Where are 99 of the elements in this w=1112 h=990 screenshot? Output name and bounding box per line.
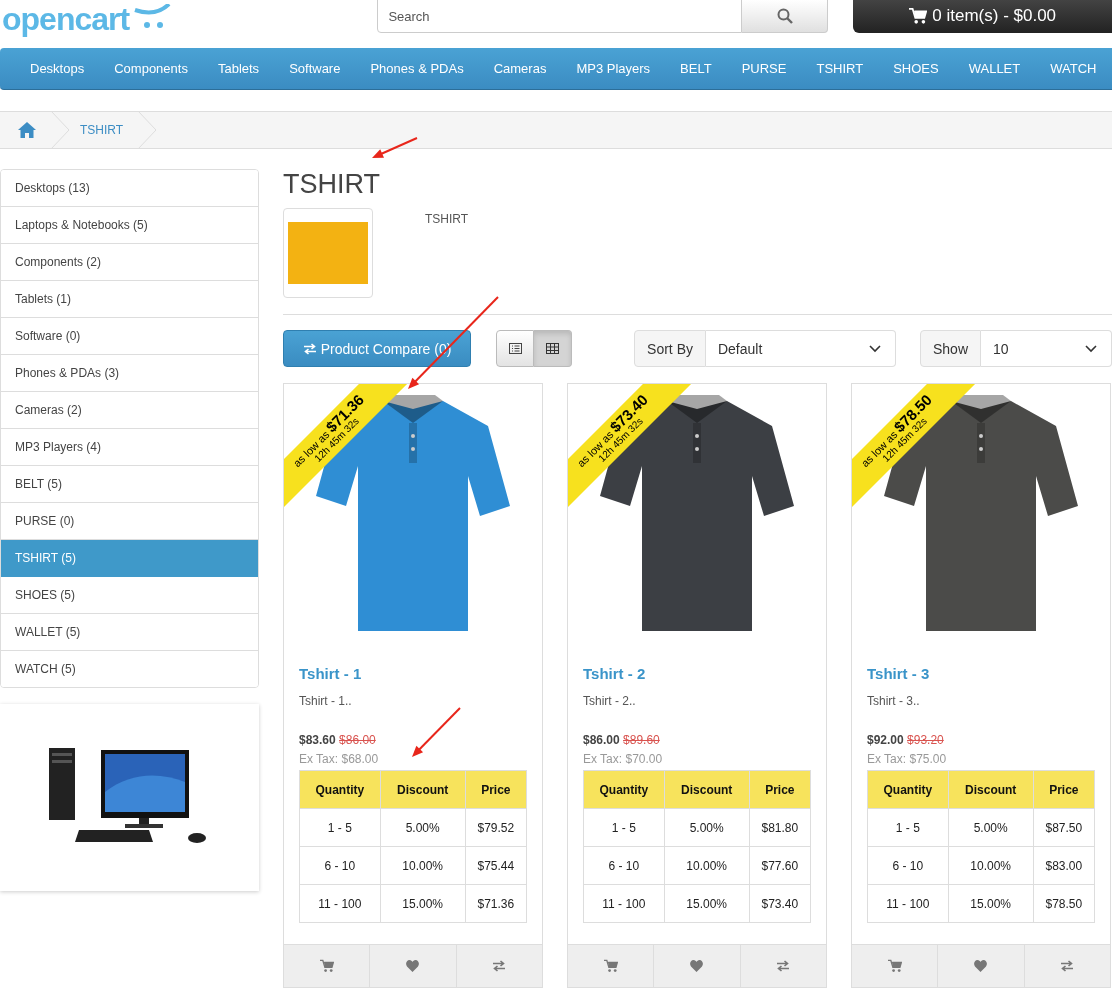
table-cell: 11 - 100 xyxy=(867,884,949,923)
table-cell: 10.00% xyxy=(380,846,466,885)
ex-tax-price: Ex Tax: $70.00 xyxy=(583,752,664,766)
list-view-icon xyxy=(508,343,522,354)
column-header: Discount xyxy=(380,770,466,809)
table-cell: $83.00 xyxy=(1033,846,1095,885)
table-cell: 15.00% xyxy=(664,884,750,923)
product-description: Tshirt - 3.. xyxy=(867,694,921,708)
compare-icon xyxy=(302,342,317,355)
show-dropdown[interactable]: 10 xyxy=(981,330,1112,367)
menu-item[interactable]: Cameras xyxy=(478,61,562,76)
cart-icon xyxy=(603,959,618,973)
search-button[interactable] xyxy=(742,0,829,33)
table-cell: $87.50 xyxy=(1033,808,1095,847)
menu-item[interactable]: WALLET xyxy=(953,61,1036,76)
table-cell: 5.00% xyxy=(948,808,1034,847)
menu-item[interactable]: Phones & PDAs xyxy=(355,61,479,76)
product-name-link[interactable]: Tshirt - 1 xyxy=(299,665,527,682)
table-cell: 1 - 5 xyxy=(299,808,381,847)
table-cell: $75.44 xyxy=(465,846,527,885)
table-cell: 5.00% xyxy=(380,808,466,847)
category-link[interactable]: TSHIRT (5) xyxy=(1,540,258,577)
table-cell: $78.50 xyxy=(1033,884,1095,923)
table-cell: $79.52 xyxy=(465,808,527,847)
table-cell: 1 - 5 xyxy=(583,808,665,847)
menu-item[interactable]: MP3 Players xyxy=(561,61,666,76)
product-description: Tshirt - 1.. xyxy=(299,694,353,708)
old-price: $93.20 xyxy=(907,733,944,747)
table-cell: 10.00% xyxy=(664,846,750,885)
cart-icon xyxy=(319,959,334,973)
menu-item[interactable]: Components xyxy=(99,61,203,76)
menu-item[interactable]: Tablets xyxy=(202,61,275,76)
ex-tax-price: Ex Tax: $75.00 xyxy=(867,752,948,766)
logo-cart-icon xyxy=(133,4,172,30)
compare-icon xyxy=(492,960,507,972)
annotation-arrow xyxy=(372,137,418,158)
heart-icon xyxy=(406,960,420,972)
sort-dropdown[interactable]: Default xyxy=(705,330,896,367)
menu-item[interactable]: BELT xyxy=(665,61,727,76)
old-price: $86.00 xyxy=(339,733,376,747)
menu-item[interactable]: PURSE xyxy=(726,61,802,76)
old-price: $89.60 xyxy=(623,733,660,747)
ex-tax-price: Ex Tax: $68.00 xyxy=(299,752,380,766)
table-cell: 11 - 100 xyxy=(299,884,381,923)
table-cell: 6 - 10 xyxy=(583,846,665,885)
column-header: Price xyxy=(749,770,811,809)
table-cell: 5.00% xyxy=(664,808,750,847)
home-icon[interactable] xyxy=(18,122,36,138)
category-title: TSHIRT xyxy=(283,169,381,200)
logo-text[interactable]: opencart xyxy=(2,0,130,38)
column-header: Price xyxy=(465,770,527,809)
column-header: Quantity xyxy=(299,770,381,809)
product-price: $83.60 xyxy=(299,733,336,747)
chevron-icon xyxy=(1085,344,1097,353)
cart-icon xyxy=(909,7,928,25)
cart-icon xyxy=(887,959,902,973)
search-icon xyxy=(776,8,793,24)
annotation-arrow xyxy=(412,707,461,757)
search-field[interactable]: Search xyxy=(377,0,743,33)
table-cell: $73.40 xyxy=(749,884,811,923)
menu-item[interactable]: TSHIRT xyxy=(801,61,879,76)
heart-icon xyxy=(974,960,988,972)
compare-icon xyxy=(776,960,791,972)
product-description: Tshirt - 2.. xyxy=(583,694,637,708)
table-cell: 6 - 10 xyxy=(867,846,949,885)
menu-item[interactable]: Desktops xyxy=(15,61,100,76)
show-label: Show xyxy=(919,330,981,367)
column-header: Price xyxy=(1033,770,1095,809)
chevron-icon xyxy=(868,344,881,353)
menu-item[interactable]: WATCH xyxy=(1035,61,1112,76)
column-header: Quantity xyxy=(583,770,665,809)
product-name-link[interactable]: Tshirt - 2 xyxy=(583,665,811,682)
category-description: TSHIRT xyxy=(425,212,469,226)
table-cell: 15.00% xyxy=(380,884,466,923)
grid-view-button[interactable] xyxy=(534,330,573,367)
column-header: Discount xyxy=(948,770,1034,809)
compare-icon xyxy=(1060,960,1075,972)
product-price: $86.00 xyxy=(583,733,620,747)
category-link[interactable]: Desktops (13) xyxy=(1,170,258,207)
table-cell: $77.60 xyxy=(749,846,811,885)
sort-label: Sort By xyxy=(634,330,706,367)
product-price: $92.00 xyxy=(867,733,904,747)
table-cell: 1 - 5 xyxy=(867,808,949,847)
grid-view-icon xyxy=(546,343,560,354)
column-header: Discount xyxy=(664,770,750,809)
heart-icon xyxy=(690,960,704,972)
table-cell: 10.00% xyxy=(948,846,1034,885)
menu-item[interactable]: SHOES xyxy=(878,61,954,76)
column-header: Quantity xyxy=(867,770,949,809)
table-cell: 11 - 100 xyxy=(583,884,665,923)
table-cell: 6 - 10 xyxy=(299,846,381,885)
table-cell: $81.80 xyxy=(749,808,811,847)
list-view-button[interactable] xyxy=(496,330,535,367)
product-name-link[interactable]: Tshirt - 3 xyxy=(867,665,1095,682)
table-cell: 15.00% xyxy=(948,884,1034,923)
breadcrumb-link[interactable]: TSHIRT xyxy=(80,123,124,137)
menu-item[interactable]: Software xyxy=(274,61,356,76)
table-cell: $71.36 xyxy=(465,884,527,923)
cart-button[interactable]: 0 item(s) - $0.00 xyxy=(853,0,1112,33)
